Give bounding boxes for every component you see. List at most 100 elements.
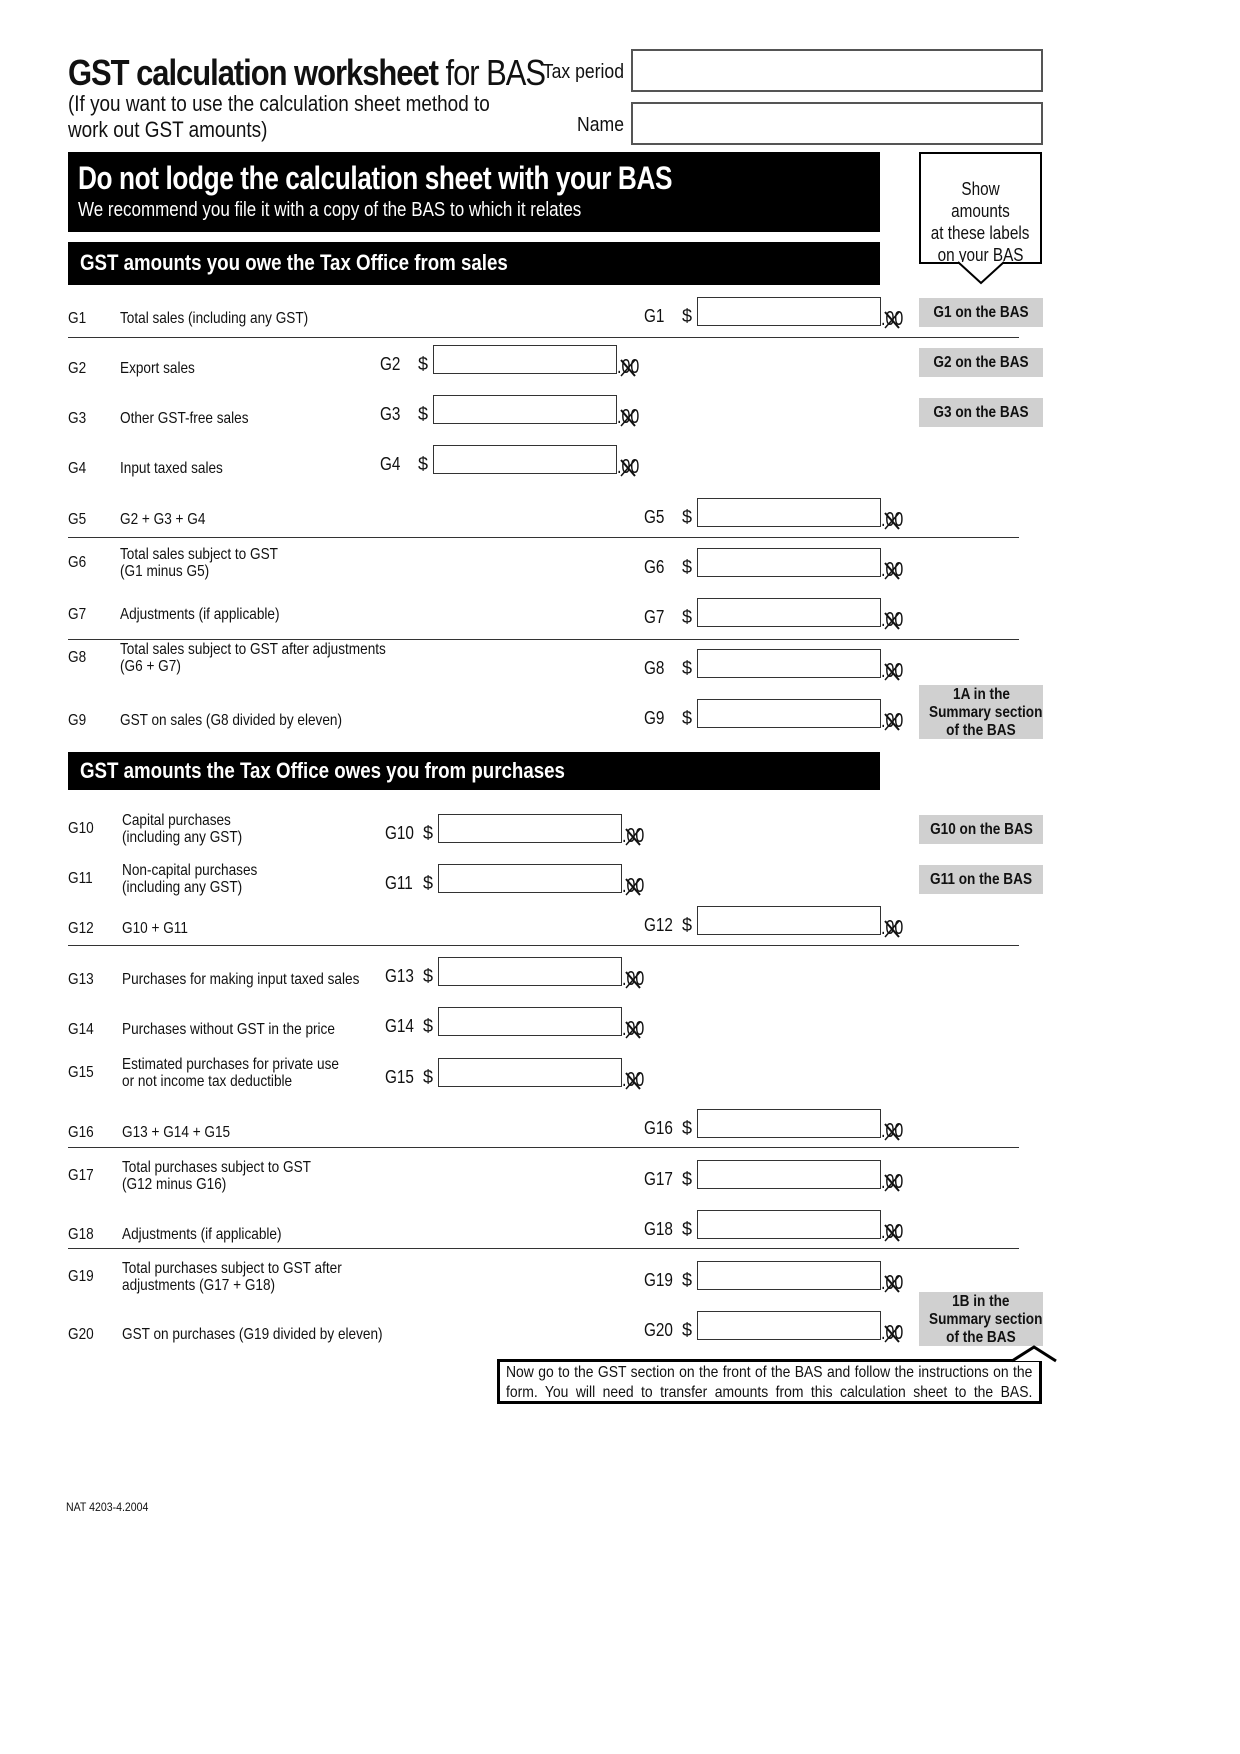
amount-field-g20[interactable] <box>697 1311 881 1340</box>
cents-struck-out: .00 <box>881 510 905 532</box>
section-header-purchases: GST amounts the Tax Office owes you from… <box>68 752 880 790</box>
amount-input-g3[interactable] <box>434 396 616 423</box>
name-input[interactable] <box>633 104 1041 143</box>
cents-struck-out: .00 <box>622 876 646 898</box>
amount-field-g5[interactable] <box>697 498 881 527</box>
amount-input-g2[interactable] <box>434 346 616 373</box>
row-code: G6 <box>68 554 87 571</box>
tax-period-input[interactable] <box>633 51 1041 90</box>
amount-field-g14[interactable] <box>438 1007 622 1036</box>
cents-struck-out: .00 <box>622 1019 646 1041</box>
amount-input-g16[interactable] <box>698 1110 880 1137</box>
field-label: G16 <box>644 1118 673 1138</box>
row-description-line-1: Purchases for making input taxed sales <box>122 971 360 988</box>
cross-out-icon <box>884 1275 900 1293</box>
amount-field-g18[interactable] <box>697 1210 881 1239</box>
row-code: G12 <box>68 920 94 937</box>
amount-field-g3[interactable] <box>433 395 617 424</box>
row-description-line-1: Total purchases subject to GST after <box>122 1260 342 1277</box>
dollar-sign: $ <box>418 354 429 374</box>
row-description-line-1: GST on purchases (G19 divided by eleven) <box>122 1326 383 1343</box>
field-label: G12 <box>644 915 673 935</box>
amount-input-g11[interactable] <box>439 865 621 892</box>
page-title-bold: GST calculation worksheet <box>68 52 439 93</box>
cross-out-icon <box>884 1224 900 1242</box>
cross-out-icon <box>884 1174 900 1192</box>
amount-input-g9[interactable] <box>698 700 880 727</box>
dollar-sign: $ <box>682 507 693 527</box>
amount-input-g13[interactable] <box>439 958 621 985</box>
name-field[interactable] <box>631 102 1043 145</box>
dollar-sign: $ <box>682 658 693 678</box>
row-description: Non-capital purchases (including any GST) <box>122 862 257 896</box>
dollar-sign: $ <box>682 306 693 326</box>
amount-field-g6[interactable] <box>697 548 881 577</box>
row-description-line-1: Export sales <box>120 360 195 377</box>
amount-input-g10[interactable] <box>439 815 621 842</box>
amount-input-g8[interactable] <box>698 650 880 677</box>
amount-input-g19[interactable] <box>698 1262 880 1289</box>
row-description: Total purchases subject to GST after adju… <box>122 1260 342 1294</box>
amount-input-g1[interactable] <box>698 298 880 325</box>
amount-input-g15[interactable] <box>439 1059 621 1086</box>
amount-input-g6[interactable] <box>698 549 880 576</box>
row-description: Capital purchases (including any GST) <box>122 812 242 846</box>
amount-field-g4[interactable] <box>433 445 617 474</box>
row-code: G10 <box>68 820 94 837</box>
amount-input-g20[interactable] <box>698 1312 880 1339</box>
row-description: Total sales (including any GST) <box>120 310 308 327</box>
show-amounts-callout: Show amounts at these labels on your BAS <box>919 152 1042 265</box>
cents-struck-out: .00 <box>881 1323 905 1345</box>
amount-input-g18[interactable] <box>698 1211 880 1238</box>
row-code: G3 <box>68 410 87 427</box>
divider <box>68 537 1019 538</box>
amount-input-g17[interactable] <box>698 1161 880 1188</box>
field-label: G19 <box>644 1270 673 1290</box>
next-steps-note: Now go to the GST section on the front o… <box>497 1359 1042 1404</box>
amount-input-g14[interactable] <box>439 1008 621 1035</box>
row-code: G1 <box>68 310 87 327</box>
bas-tag-1a: 1A in the Summary section of the BAS <box>919 685 1043 739</box>
amount-input-g12[interactable] <box>698 907 880 934</box>
cross-out-icon <box>884 920 900 938</box>
divider <box>68 1248 1019 1249</box>
row-description: GST on sales (G8 divided by eleven) <box>120 712 342 729</box>
row-code: G11 <box>68 870 93 887</box>
amount-field-g11[interactable] <box>438 864 622 893</box>
cents-struck-out: .00 <box>622 1070 646 1092</box>
row-code: G13 <box>68 971 94 988</box>
amount-field-g16[interactable] <box>697 1109 881 1138</box>
cross-out-icon <box>620 459 636 477</box>
bas-tag-1b-line-3: of the BAS <box>946 1329 1016 1346</box>
form-code: NAT 4203-4.2004 <box>66 1500 149 1514</box>
row-description-line-2: adjustments (G17 + G18) <box>122 1277 276 1294</box>
callout-pointer-icon <box>957 261 1005 285</box>
amount-field-g1[interactable] <box>697 297 881 326</box>
amount-input-g5[interactable] <box>698 499 880 526</box>
field-label: G20 <box>644 1320 673 1340</box>
cross-out-icon <box>884 1123 900 1141</box>
cross-out-icon <box>625 1072 641 1090</box>
dollar-sign: $ <box>682 1118 693 1138</box>
dollar-sign: $ <box>682 607 693 627</box>
amount-field-g7[interactable] <box>697 598 881 627</box>
amount-field-g12[interactable] <box>697 906 881 935</box>
dollar-sign: $ <box>682 557 693 577</box>
row-description-line-1: G2 + G3 + G4 <box>120 511 206 528</box>
dollar-sign: $ <box>418 454 429 474</box>
field-label: G15 <box>385 1067 414 1087</box>
amount-field-g19[interactable] <box>697 1261 881 1290</box>
tax-period-field[interactable] <box>631 49 1043 92</box>
amount-input-g4[interactable] <box>434 446 616 473</box>
amount-field-g10[interactable] <box>438 814 622 843</box>
amount-field-g9[interactable] <box>697 699 881 728</box>
amount-field-g13[interactable] <box>438 957 622 986</box>
amount-input-g7[interactable] <box>698 599 880 626</box>
amount-field-g8[interactable] <box>697 649 881 678</box>
amount-field-g15[interactable] <box>438 1058 622 1087</box>
amount-field-g2[interactable] <box>433 345 617 374</box>
row-description-line-1: Input taxed sales <box>120 460 223 477</box>
amount-field-g17[interactable] <box>697 1160 881 1189</box>
divider <box>68 945 1019 946</box>
row-code: G17 <box>68 1167 94 1184</box>
